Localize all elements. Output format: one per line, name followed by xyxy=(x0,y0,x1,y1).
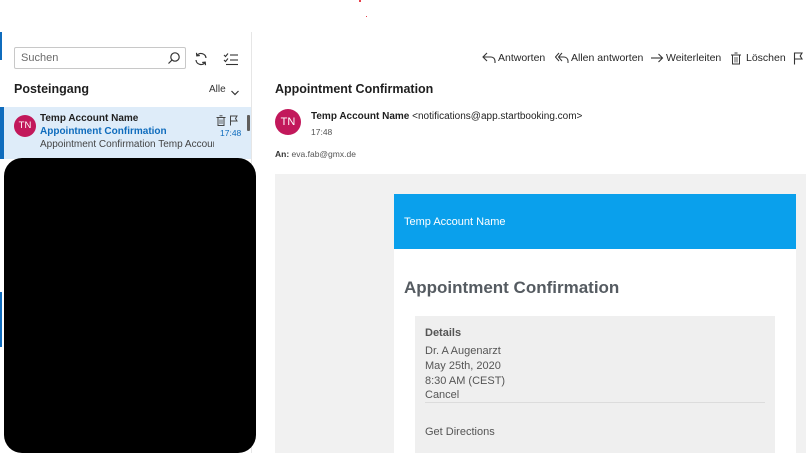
message-subject: Appointment Confirmation xyxy=(275,82,434,96)
reply-all-icon xyxy=(555,52,569,63)
to-label: An: xyxy=(275,149,290,159)
get-directions-link[interactable]: Get Directions xyxy=(425,426,495,438)
divider xyxy=(425,402,765,403)
reply-label: Antworten xyxy=(498,52,546,64)
list-item-subject: Appointment Confirmation xyxy=(40,126,167,137)
nav-accent xyxy=(0,32,2,60)
list-item-preview: Appointment Confirmation Temp Account Na… xyxy=(40,139,214,150)
message-sender[interactable]: Temp Account Name <notifications@app.sta… xyxy=(311,111,582,122)
details-box: Details Dr. A Augenarzt May 25th, 2020 8… xyxy=(415,316,775,453)
flag-icon xyxy=(793,52,803,65)
cancel-link[interactable]: Cancel xyxy=(425,389,459,401)
title-bar xyxy=(0,0,806,32)
filter-dropdown[interactable]: Alle xyxy=(209,84,226,95)
detail-date: May 25th, 2020 xyxy=(425,360,501,372)
message-time: 17:48 xyxy=(311,127,333,137)
search-input[interactable] xyxy=(21,50,161,66)
select-list-icon[interactable] xyxy=(223,51,239,67)
email-title: Appointment Confirmation xyxy=(404,278,620,297)
redacted-area xyxy=(4,158,256,453)
flag-icon[interactable] xyxy=(229,113,239,126)
email-header-banner: Temp Account Name xyxy=(394,194,796,249)
sender-name: Temp Account Name xyxy=(311,111,410,122)
sender-email: <notifications@app.startbooking.com> xyxy=(412,111,583,122)
search-box[interactable] xyxy=(14,47,186,69)
nav-accent xyxy=(0,292,2,347)
chevron-down-icon[interactable] xyxy=(230,85,240,96)
email-card: Temp Account Name Appointment Confirmati… xyxy=(394,194,796,453)
detail-time: 8:30 AM (CEST) xyxy=(425,375,506,387)
reply-icon xyxy=(482,52,496,63)
delete-label: Löschen xyxy=(746,52,786,64)
stray-pixel xyxy=(359,0,361,2)
stray-pixel xyxy=(366,16,367,17)
email-body: Temp Account Name Appointment Confirmati… xyxy=(275,174,806,453)
delete-icon[interactable] xyxy=(216,113,226,126)
flag-button[interactable] xyxy=(793,50,805,68)
sync-icon[interactable] xyxy=(193,51,209,67)
forward-label: Weiterleiten xyxy=(666,52,722,64)
list-item-time: 17:48 xyxy=(220,128,242,138)
forward-arrow-icon xyxy=(651,53,664,63)
scrollbar-thumb[interactable] xyxy=(247,115,250,131)
delete-icon xyxy=(731,52,741,65)
list-item-sender: Temp Account Name xyxy=(40,113,139,124)
avatar: TN xyxy=(14,115,36,137)
details-heading: Details xyxy=(425,327,462,339)
to-address[interactable]: eva.fab@gmx.de xyxy=(292,149,356,159)
message-recipients: An: eva.fab@gmx.de xyxy=(275,149,356,159)
selection-indicator xyxy=(0,107,4,159)
reply-all-label: Allen antworten xyxy=(571,52,644,64)
search-icon[interactable] xyxy=(167,51,181,65)
email-brand: Temp Account Name xyxy=(404,216,506,228)
folder-title: Posteingang xyxy=(14,82,90,96)
sender-avatar[interactable]: TN xyxy=(275,109,301,135)
list-item[interactable]: TN Temp Account Name Appointment Confirm… xyxy=(0,107,251,159)
detail-provider: Dr. A Augenarzt xyxy=(425,345,501,357)
